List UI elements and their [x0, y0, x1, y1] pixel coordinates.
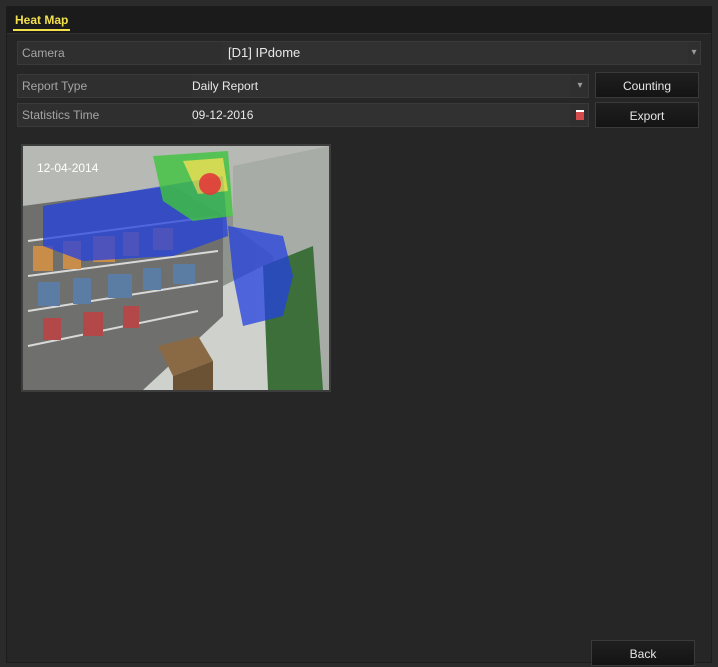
report-type-select[interactable]: Daily Report — [192, 75, 570, 97]
chevron-down-icon[interactable]: ▾ — [575, 75, 585, 97]
camera-select[interactable]: [D1] IPdome — [222, 42, 688, 64]
statistics-time-input[interactable]: 09-12-2016 — [192, 104, 570, 126]
statistics-time-row: Statistics Time 09-12-2016 — [17, 103, 589, 127]
chevron-down-icon[interactable]: ▾ — [689, 42, 699, 64]
report-type-label: Report Type — [22, 79, 88, 93]
export-button[interactable]: Export — [595, 102, 699, 128]
statistics-time-value: 09-12-2016 — [192, 108, 254, 122]
heat-map-window: Heat Map Camera [D1] IPdome ▾ Report Typ… — [6, 6, 712, 666]
back-button[interactable]: Back — [591, 640, 695, 666]
tab-heat-map[interactable]: Heat Map — [11, 10, 72, 31]
statistics-time-label: Statistics Time — [22, 108, 100, 122]
heat-map-image: 12-04-2014 — [23, 146, 329, 390]
counting-button[interactable]: Counting — [595, 72, 699, 98]
preview-timestamp: 12-04-2014 — [37, 161, 99, 175]
calendar-icon[interactable] — [576, 110, 584, 120]
report-type-row: Report Type Daily Report ▾ — [17, 74, 589, 98]
title-bar: Heat Map — [7, 7, 711, 34]
heat-map-preview: 12-04-2014 — [21, 144, 331, 392]
camera-label: Camera — [22, 46, 65, 60]
camera-value: [D1] IPdome — [228, 45, 301, 60]
camera-row: Camera [D1] IPdome ▾ — [17, 41, 701, 65]
report-type-value: Daily Report — [192, 79, 259, 93]
